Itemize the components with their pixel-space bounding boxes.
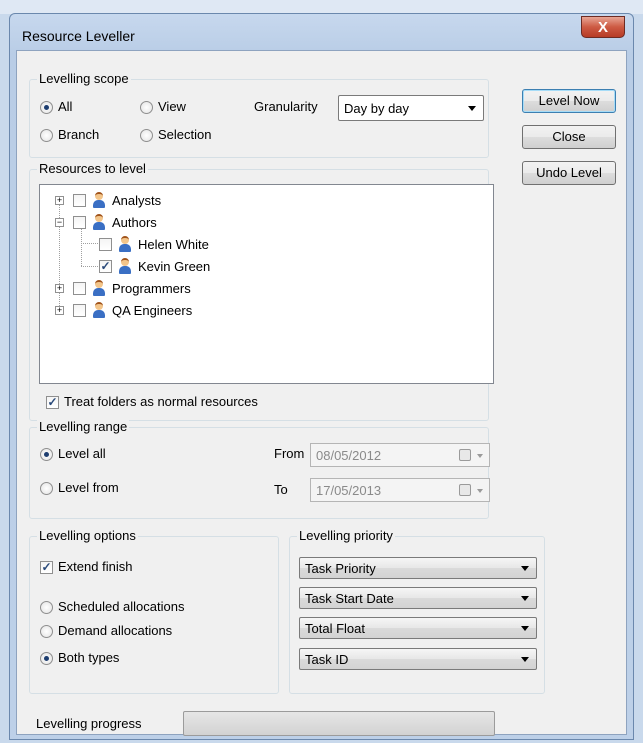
to-date-field[interactable]: 17/05/2013 bbox=[310, 478, 490, 502]
levelling-options-legend: Levelling options bbox=[37, 528, 138, 543]
scope-selection-radio[interactable] bbox=[140, 129, 153, 142]
extend-finish-label: Extend finish bbox=[58, 559, 133, 574]
levelling-options-group: Levelling options ✓ Extend finish Schedu… bbox=[29, 528, 279, 694]
calendar-icon[interactable] bbox=[459, 449, 471, 461]
extend-finish-checkbox[interactable]: ✓ bbox=[40, 561, 53, 574]
background-window-strip bbox=[0, 0, 643, 14]
from-date-value: 08/05/2012 bbox=[316, 448, 382, 463]
priority-value-2: Task Start Date bbox=[305, 591, 394, 606]
resources-to-level-legend: Resources to level bbox=[37, 161, 148, 176]
granularity-label: Granularity bbox=[254, 99, 318, 114]
to-label: To bbox=[274, 482, 288, 497]
kevin-green-checkbox[interactable]: ✓ bbox=[99, 260, 112, 273]
person-icon bbox=[92, 302, 106, 318]
treat-folders-label: Treat folders as normal resources bbox=[64, 394, 258, 409]
priority-value-4: Task ID bbox=[305, 652, 349, 667]
chevron-down-icon bbox=[521, 566, 529, 571]
tree-item-label: Analysts bbox=[112, 193, 162, 208]
chevron-down-icon bbox=[477, 489, 483, 493]
tree-item-qa-engineers[interactable]: + QA Engineers bbox=[40, 301, 480, 319]
priority-value-1: Task Priority bbox=[305, 561, 376, 576]
person-icon bbox=[92, 192, 106, 208]
close-button[interactable]: Close bbox=[522, 125, 616, 149]
tree-item-helen-white[interactable]: Helen White bbox=[40, 235, 480, 253]
levelling-priority-legend: Levelling priority bbox=[297, 528, 395, 543]
both-types-radio[interactable] bbox=[40, 652, 53, 665]
tree-item-label: Helen White bbox=[138, 237, 209, 252]
level-now-button[interactable]: Level Now bbox=[522, 89, 616, 113]
priority-select-2[interactable]: Task Start Date bbox=[299, 587, 537, 609]
level-all-label: Level all bbox=[58, 446, 106, 461]
chevron-down-icon bbox=[477, 454, 483, 458]
tree-item-authors[interactable]: − Authors bbox=[40, 213, 480, 231]
analysts-checkbox[interactable] bbox=[73, 194, 86, 207]
levelling-scope-legend: Levelling scope bbox=[37, 71, 131, 86]
levelling-scope-group: Levelling scope All View Branch Selectio… bbox=[29, 71, 489, 158]
expand-icon[interactable]: + bbox=[55, 306, 64, 315]
title-bar: Resource Leveller X bbox=[10, 14, 633, 50]
demand-allocations-radio[interactable] bbox=[40, 625, 53, 638]
chevron-down-icon bbox=[521, 626, 529, 631]
tree-item-label: Authors bbox=[112, 215, 157, 230]
tree-item-kevin-green[interactable]: ✓ Kevin Green bbox=[40, 257, 480, 275]
scope-branch-radio[interactable] bbox=[40, 129, 53, 142]
expand-icon[interactable]: + bbox=[55, 196, 64, 205]
resource-leveller-dialog: Resource Leveller X Levelling scope All … bbox=[9, 13, 634, 740]
granularity-select[interactable]: Day by day bbox=[338, 95, 484, 121]
dialog-client-area: Levelling scope All View Branch Selectio… bbox=[16, 50, 627, 736]
levelling-range-group: Levelling range Level all Level from Fro… bbox=[29, 419, 490, 519]
scope-all-radio[interactable] bbox=[40, 101, 53, 114]
levelling-priority-group: Levelling priority Task Priority Task St… bbox=[289, 528, 545, 694]
priority-select-4[interactable]: Task ID bbox=[299, 648, 537, 670]
priority-select-3[interactable]: Total Float bbox=[299, 617, 537, 639]
window-title: Resource Leveller bbox=[22, 28, 135, 44]
level-from-radio[interactable] bbox=[40, 482, 53, 495]
from-label: From bbox=[274, 446, 305, 461]
both-types-label: Both types bbox=[58, 650, 120, 665]
scheduled-allocations-radio[interactable] bbox=[40, 601, 53, 614]
chevron-down-icon bbox=[521, 657, 529, 662]
level-from-label: Level from bbox=[58, 480, 119, 495]
tree-item-programmers[interactable]: + Programmers bbox=[40, 279, 480, 297]
scope-branch-label: Branch bbox=[58, 127, 100, 142]
granularity-value: Day by day bbox=[344, 101, 410, 116]
priority-select-1[interactable]: Task Priority bbox=[299, 557, 537, 579]
scheduled-allocations-label: Scheduled allocations bbox=[58, 599, 185, 614]
undo-level-button[interactable]: Undo Level bbox=[522, 161, 616, 185]
chevron-down-icon bbox=[468, 106, 476, 111]
qa-engineers-checkbox[interactable] bbox=[73, 304, 86, 317]
close-icon[interactable]: X bbox=[581, 16, 625, 38]
demand-allocations-label: Demand allocations bbox=[58, 623, 173, 638]
levelling-range-legend: Levelling range bbox=[37, 419, 130, 434]
tree-item-label: Programmers bbox=[112, 281, 191, 296]
authors-checkbox[interactable] bbox=[73, 216, 86, 229]
person-icon bbox=[118, 236, 132, 252]
collapse-icon[interactable]: − bbox=[55, 218, 64, 227]
calendar-icon[interactable] bbox=[459, 484, 471, 496]
scope-selection-label: Selection bbox=[158, 127, 212, 142]
tree-item-label: QA Engineers bbox=[112, 303, 193, 318]
helen-white-checkbox[interactable] bbox=[99, 238, 112, 251]
resource-tree[interactable]: + Analysts − Authors Helen White ✓ Kevin… bbox=[39, 184, 494, 384]
from-date-field[interactable]: 08/05/2012 bbox=[310, 443, 490, 467]
expand-icon[interactable]: + bbox=[55, 284, 64, 293]
scope-view-label: View bbox=[158, 99, 186, 114]
person-icon bbox=[118, 258, 132, 274]
person-icon bbox=[92, 214, 106, 230]
scope-all-label: All bbox=[58, 99, 73, 114]
levelling-progress-bar bbox=[183, 711, 495, 736]
person-icon bbox=[92, 280, 106, 296]
programmers-checkbox[interactable] bbox=[73, 282, 86, 295]
scope-view-radio[interactable] bbox=[140, 101, 153, 114]
level-all-radio[interactable] bbox=[40, 448, 53, 461]
chevron-down-icon bbox=[521, 596, 529, 601]
levelling-progress-label: Levelling progress bbox=[36, 716, 142, 731]
tree-item-label: Kevin Green bbox=[138, 259, 211, 274]
priority-value-3: Total Float bbox=[305, 621, 365, 636]
tree-item-analysts[interactable]: + Analysts bbox=[40, 191, 480, 209]
to-date-value: 17/05/2013 bbox=[316, 483, 382, 498]
treat-folders-checkbox[interactable]: ✓ bbox=[46, 396, 59, 409]
